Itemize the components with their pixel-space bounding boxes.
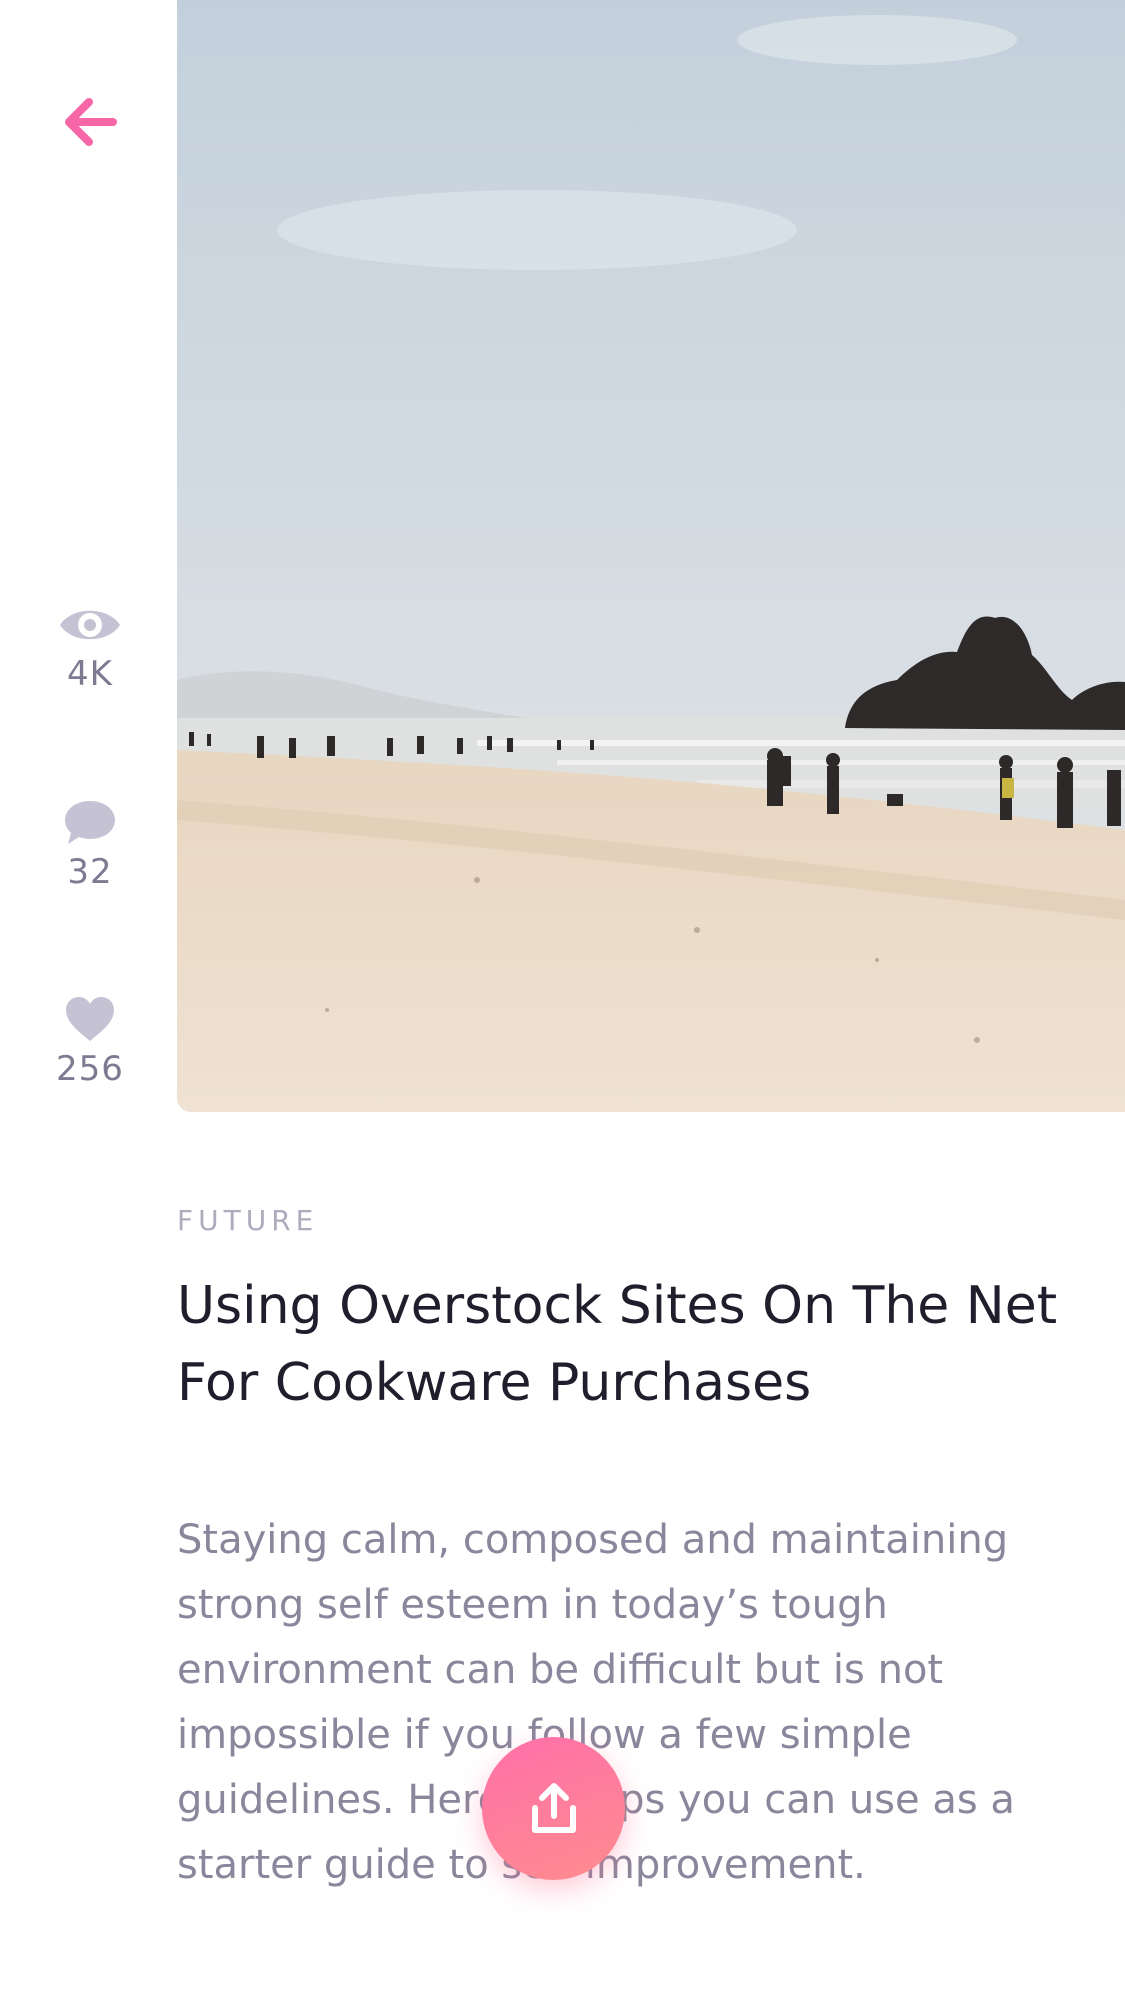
back-button[interactable] xyxy=(48,80,132,164)
article-title: Using Overstock Sites On The Net For Coo… xyxy=(177,1276,1058,1413)
comment-icon xyxy=(65,801,115,844)
article-body: Staying calm, composed and maintaining s… xyxy=(177,1517,1015,1888)
views-stat: 4K xyxy=(40,602,140,694)
article-category: FUTURE xyxy=(177,1204,319,1237)
comments-stat[interactable]: 32 xyxy=(40,798,140,892)
share-upload-icon xyxy=(531,1782,576,1833)
likes-count: 256 xyxy=(56,1049,124,1089)
hero-image xyxy=(177,0,1125,1112)
comments-count: 32 xyxy=(67,852,113,892)
likes-stat[interactable]: 256 xyxy=(40,995,140,1089)
beach-photo xyxy=(177,0,1125,1112)
arrow-left-icon xyxy=(65,98,117,146)
eye-icon xyxy=(60,610,120,640)
share-button[interactable] xyxy=(482,1737,625,1880)
views-count: 4K xyxy=(67,654,113,694)
heart-icon xyxy=(66,997,114,1041)
